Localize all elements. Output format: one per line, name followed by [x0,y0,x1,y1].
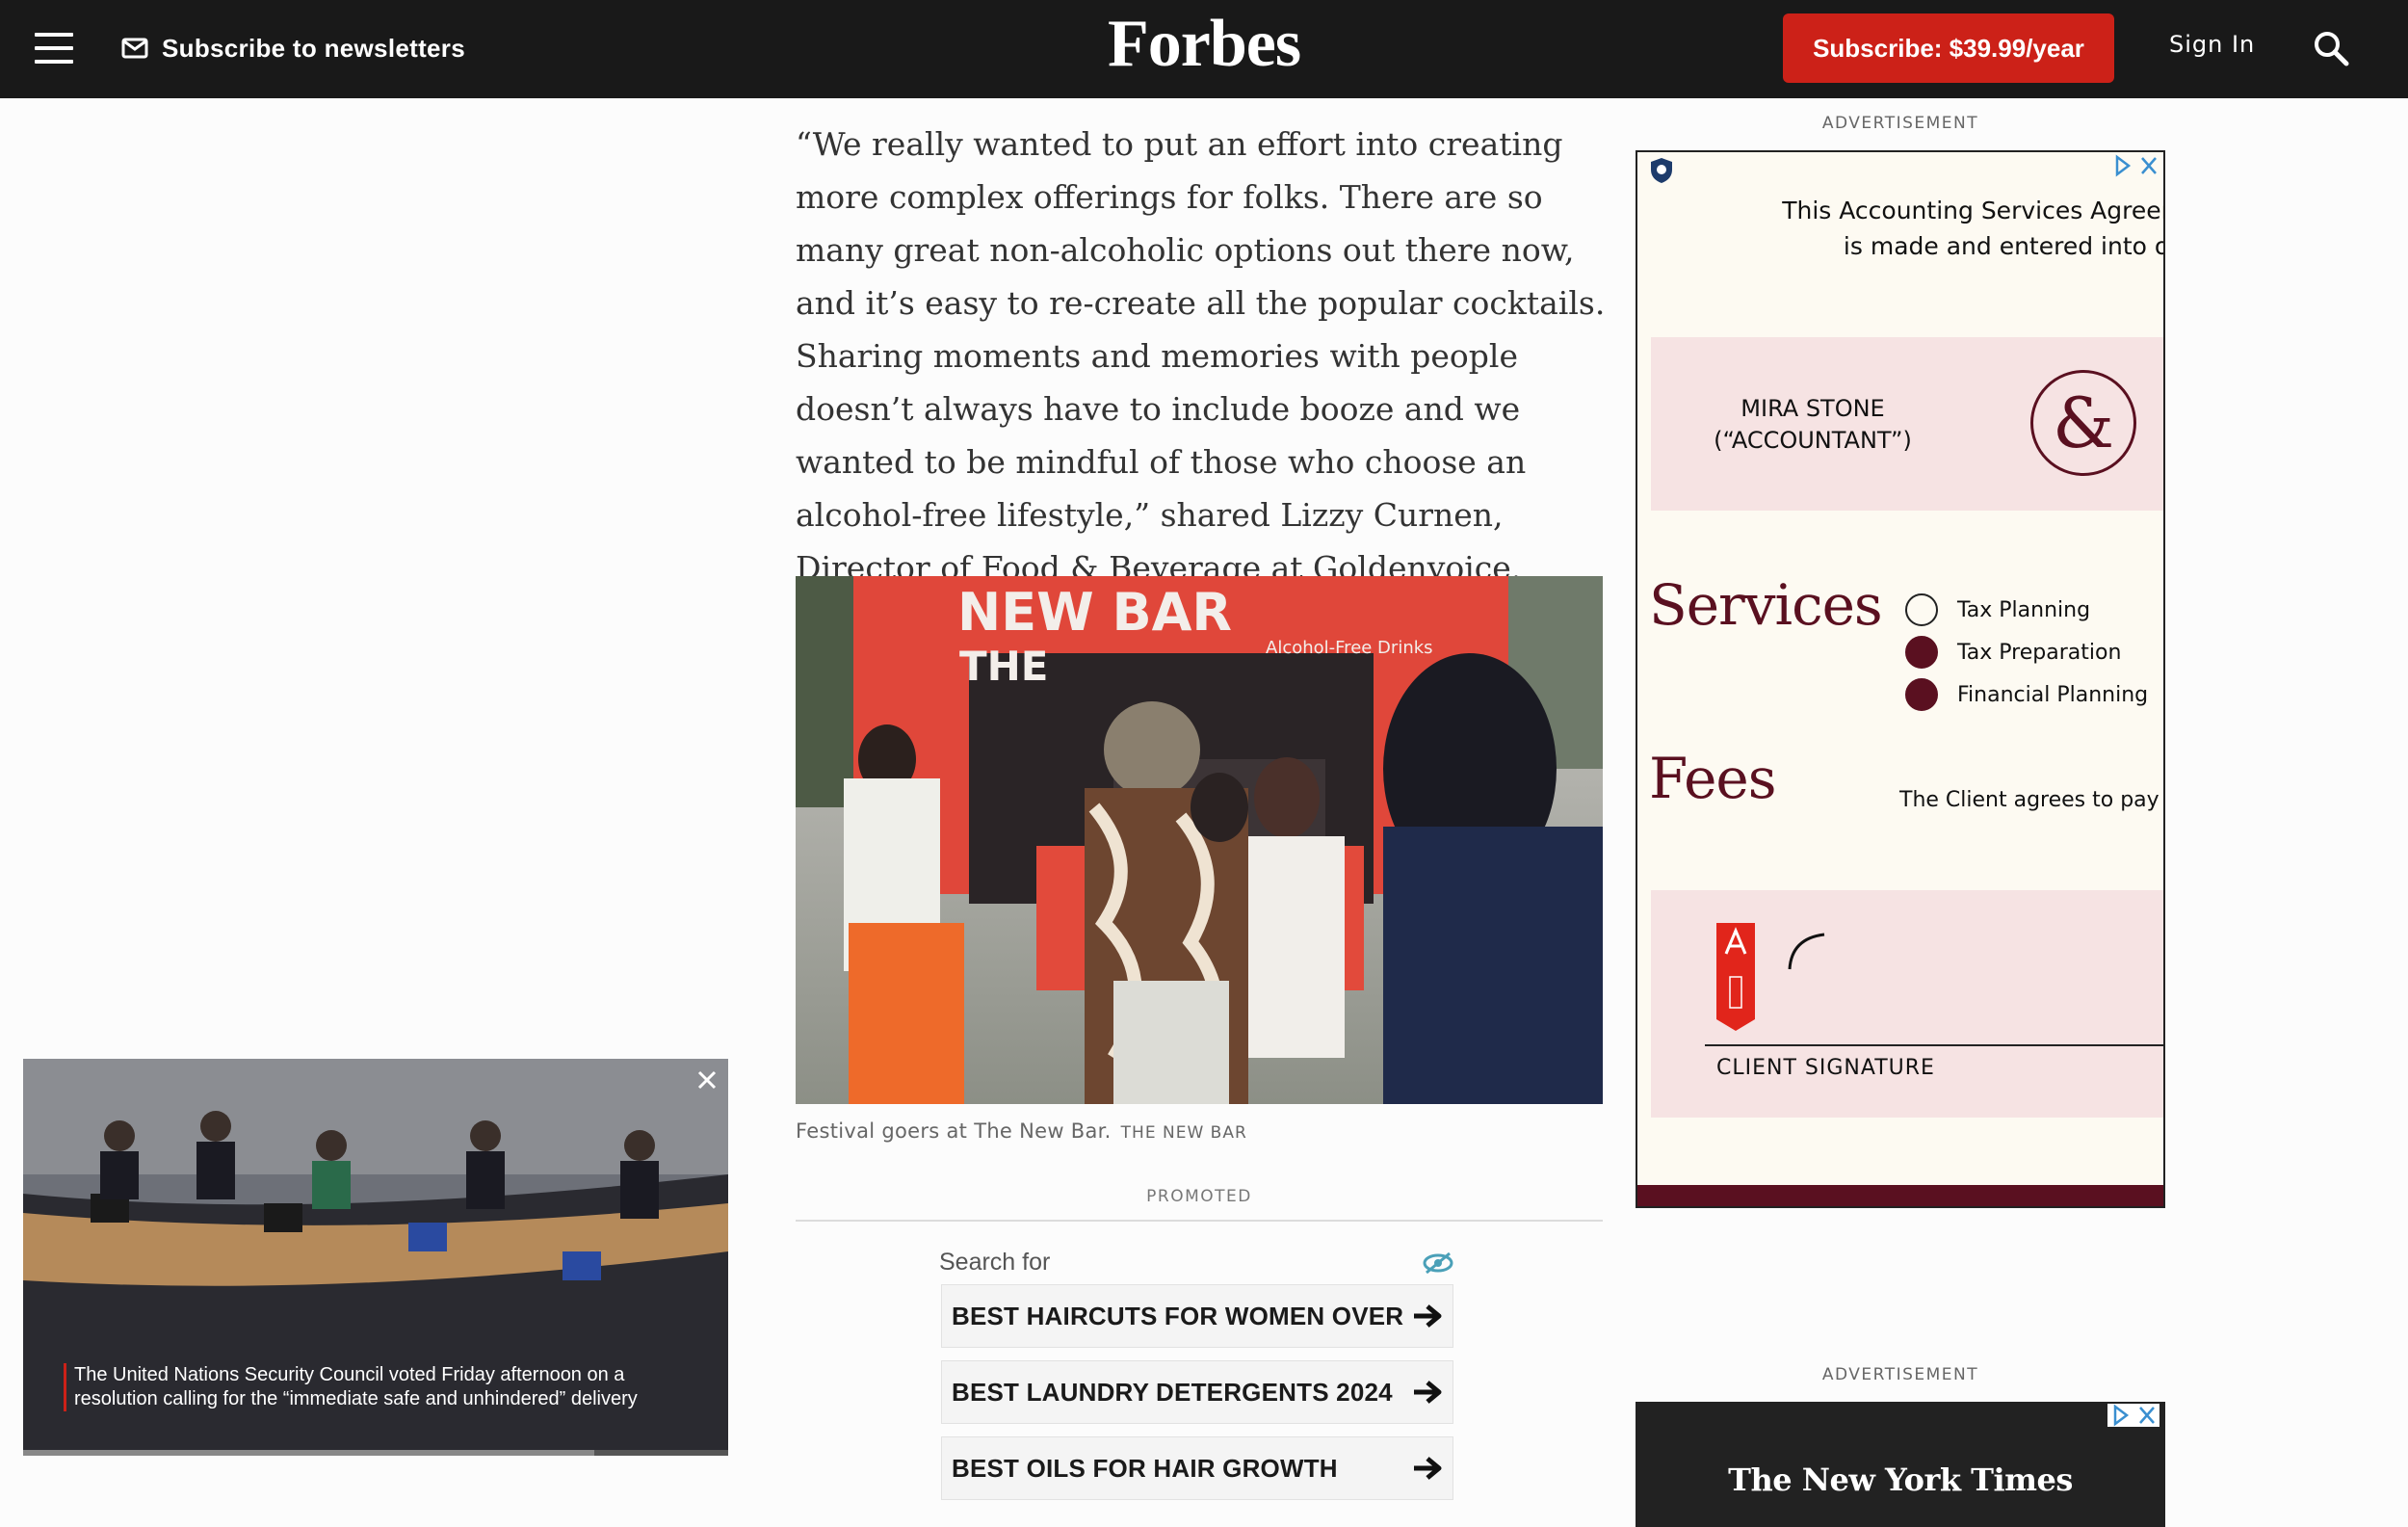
subscribe-newsletters-link[interactable]: Subscribe to newsletters [121,29,465,67]
accountant-name: MIRA STONE (“ACCOUNTANT”) [1714,395,1912,454]
shield-icon [1651,158,1672,183]
arrow-right-icon [1414,1304,1442,1328]
envelope-icon [121,38,148,59]
signature-line [1705,1044,2163,1046]
ad-choices-icon[interactable] [2109,154,2161,177]
service-label: Tax Preparation [1957,640,2122,665]
promoted-search-row[interactable]: BEST OILS FOR HAIR GROWTH [941,1436,1453,1500]
service-option: Tax Preparation [1905,636,2121,669]
promoted-search-label: BEST LAUNDRY DETERGENTS 2024 [952,1377,1393,1407]
ad-choices-icon[interactable] [2107,1404,2159,1427]
photo-sign-new-bar: NEW BAR [957,582,1232,643]
search-icon[interactable] [2312,29,2350,67]
floating-video-player[interactable]: The United Nations Security Council vote… [23,1059,728,1456]
article-photo: THE NEW BAR Alcohol-Free Drinks [796,576,1603,1104]
search-for-label: Search for [939,1249,1051,1276]
video-progress-bar[interactable] [23,1450,728,1456]
radio-empty-icon [1905,593,1938,626]
photo-caption: Festival goers at The New Bar. THE NEW BA… [796,1119,1247,1143]
photo-sign-alcohol-free: Alcohol-Free Drinks [1266,638,1433,658]
forbes-logo[interactable]: Forbes [1108,6,1301,83]
photo-caption-text: Festival goers at The New Bar. [796,1119,1112,1143]
festival-bar-photo: THE NEW BAR Alcohol-Free Drinks [796,576,1603,1104]
advertisement-label: ADVERTISEMENT [1821,1365,1979,1384]
promoted-divider [796,1220,1603,1222]
promoted-label: PROMOTED [1146,1187,1252,1206]
agreement-intro-line-2: is made and entered into on [1843,232,2165,260]
promoted-search-label: BEST OILS FOR HAIR GROWTH [952,1453,1338,1483]
fees-heading: Fees [1649,746,1776,811]
client-signature-label: CLIENT SIGNATURE [1716,1056,1935,1080]
article-quote-paragraph: “We really wanted to put an effort into … [796,125,1606,587]
service-label: Financial Planning [1957,682,2149,707]
service-label: Tax Planning [1957,597,2091,622]
promoted-search-label: BEST HAIRCUTS FOR WOMEN OVER [952,1301,1404,1330]
newsletter-label: Subscribe to newsletters [162,33,465,63]
ad-bottom-bar [1637,1185,2163,1206]
nyt-ad[interactable]: The New York Times [1636,1402,2165,1527]
arrow-right-icon [1414,1381,1442,1404]
radio-filled-icon [1905,678,1938,711]
subscribe-button[interactable]: Subscribe: $39.99/year [1783,13,2114,83]
promoted-search-row[interactable]: BEST LAUNDRY DETERGENTS 2024 [941,1360,1453,1424]
agreement-intro: This Accounting Services Agreem is made … [1780,193,2165,264]
arrow-right-icon [1414,1457,1442,1480]
top-navigation-bar: Subscribe to newsletters Forbes Subscrib… [0,0,2408,98]
accounting-ad[interactable]: This Accounting Services Agreem is made … [1636,150,2165,1208]
menu-icon[interactable] [35,33,73,64]
agreement-intro-line-1: This Accounting Services Agreem [1782,197,2165,224]
video-caption: The United Nations Security Council vote… [64,1363,699,1411]
ampersand-logo: & [2030,370,2136,476]
fees-text: The Client agrees to pay th [1899,788,2165,812]
nyt-logo: The New York Times [1728,1461,2073,1498]
video-progress-fill [23,1450,594,1456]
services-heading: Services [1649,572,1883,638]
promoted-search-row[interactable]: BEST HAIRCUTS FOR WOMEN OVER [941,1284,1453,1348]
service-option: Tax Planning [1905,593,2090,626]
advertisement-label: ADVERTISEMENT [1821,114,1979,133]
signature-swoosh-icon [1788,933,1825,970]
ad-privacy-eye-icon[interactable] [1422,1251,1454,1276]
close-icon[interactable] [694,1066,720,1093]
adobe-sign-icon [1716,923,1755,1031]
photo-sign-the: THE [959,643,1049,690]
service-option: Financial Planning [1905,678,2148,711]
sign-in-link[interactable]: Sign In [2169,31,2255,58]
photo-credit: THE NEW BAR [1120,1123,1247,1143]
radio-filled-icon [1905,636,1938,669]
